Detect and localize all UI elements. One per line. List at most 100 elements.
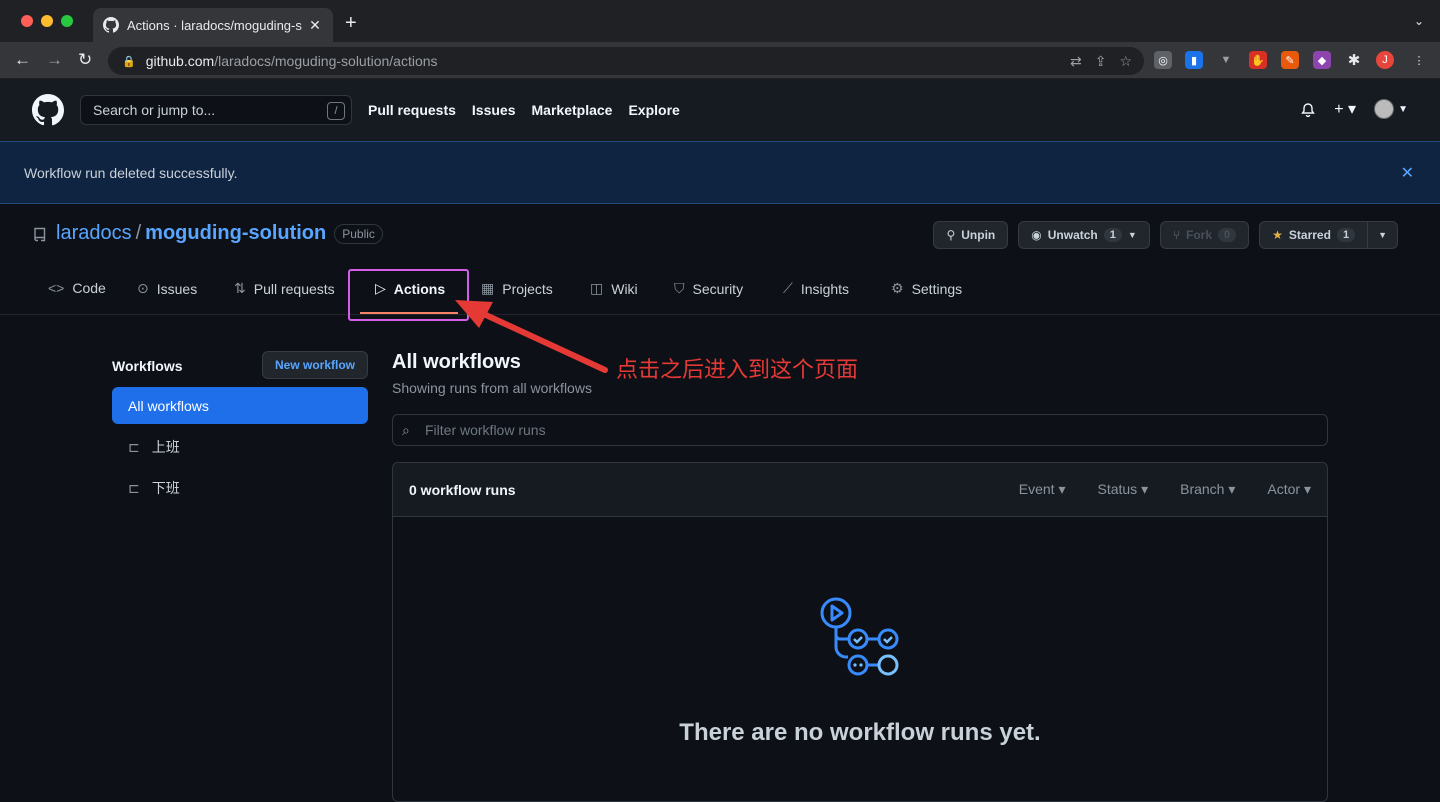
share-icon[interactable]: ⇪ — [1095, 53, 1107, 70]
caret-down-icon: ▼ — [1127, 230, 1137, 240]
star-filled-icon: ★ — [1272, 228, 1283, 242]
eye-icon: ◉ — [1031, 228, 1042, 242]
filter-label: Event — [1018, 481, 1055, 497]
sidebar-item-workflow[interactable]: ⊏ 下班 — [128, 478, 180, 498]
create-new-icon[interactable]: + ▾ — [1334, 99, 1356, 119]
tab-insights[interactable]: ⟋ Insights — [783, 280, 849, 297]
workflow-icon: ⊏ — [128, 479, 140, 496]
issue-icon: ⊙ — [137, 280, 149, 296]
new-workflow-button[interactable]: New workflow — [261, 351, 368, 379]
branch-filter-dropdown[interactable]: Branch ▾ — [1180, 481, 1235, 498]
puzzle-icon[interactable]: ✱ — [1345, 51, 1363, 69]
search-input[interactable]: Search or jump to... / — [80, 95, 352, 125]
search-shortcut-badge: / — [327, 102, 345, 120]
feather-extension-icon[interactable]: ◆ — [1313, 51, 1331, 69]
nav-pull-requests[interactable]: Pull requests — [368, 102, 456, 118]
close-tab-icon[interactable]: ✕ — [307, 17, 323, 34]
unwatch-button[interactable]: ◉ Unwatch 1 ▼ — [1018, 221, 1150, 249]
tab-title: Actions · laradocs/moguding-s — [127, 17, 302, 33]
close-window-button[interactable] — [21, 15, 33, 27]
profile-avatar[interactable]: J — [1376, 51, 1394, 69]
workflow-illustration-icon — [820, 597, 899, 676]
tab-label: Settings — [911, 280, 963, 297]
repo-icon — [34, 227, 46, 241]
chart-extension-icon[interactable]: ▮ — [1185, 51, 1203, 69]
nav-explore[interactable]: Explore — [628, 102, 679, 118]
graph-icon: ⟋ — [783, 280, 793, 296]
forward-icon[interactable]: → — [46, 50, 63, 70]
url-path: /laradocs/moguding-solution/actions — [214, 53, 438, 69]
github-logo-icon[interactable] — [32, 94, 64, 126]
tab-label: Code — [72, 280, 106, 296]
gear-icon: ⚙ — [891, 280, 904, 296]
workflow-runs-box: 0 workflow runs Event ▾ Status ▾ Branch … — [392, 462, 1328, 802]
back-icon[interactable]: ← — [14, 50, 31, 70]
new-tab-button[interactable]: + — [345, 12, 357, 35]
user-menu[interactable]: ▼ — [1374, 99, 1408, 119]
pin-icon: ⚲ — [946, 228, 956, 242]
tab-code[interactable]: <> Code — [48, 280, 106, 296]
browser-tab[interactable]: Actions · laradocs/moguding-s ✕ — [93, 8, 333, 42]
sidebar-item-all-workflows[interactable]: All workflows — [112, 387, 368, 424]
tab-pull-requests[interactable]: ⇅ Pull requests — [234, 280, 335, 297]
sidebar-item-workflow[interactable]: ⊏ 上班 — [128, 437, 180, 457]
fork-button[interactable]: ⑂ Fork 0 — [1159, 221, 1250, 249]
runs-header: 0 workflow runs Event ▾ Status ▾ Branch … — [393, 463, 1327, 517]
tab-issues[interactable]: ⊙ Issues — [137, 280, 197, 297]
empty-state-message: There are no workflow runs yet. — [679, 719, 1041, 746]
workflow-label: 上班 — [151, 439, 180, 455]
starred-label: Starred — [1288, 228, 1331, 242]
unpin-label: Unpin — [961, 228, 996, 242]
starred-count: 1 — [1336, 228, 1356, 242]
starred-button[interactable]: ★ Starred 1 — [1259, 221, 1369, 249]
browser-toolbar: ← → ↻ 🔒 github.com/laradocs/moguding-sol… — [0, 42, 1440, 79]
tab-label: Pull requests — [253, 280, 335, 297]
adblock-extension-icon[interactable]: ✋ — [1249, 51, 1267, 69]
browser-menu-icon[interactable]: ⋮ — [1410, 51, 1428, 69]
repo-owner-link[interactable]: laradocs — [56, 222, 132, 245]
filter-workflow-runs-input[interactable]: ⌕ Filter workflow runs — [392, 414, 1328, 446]
chevron-down-icon[interactable]: ⌄ — [1414, 14, 1424, 28]
url-host: github.com — [145, 53, 215, 69]
extension-icon[interactable]: ◎ — [1154, 51, 1172, 69]
repo-actions: ⚲ Unpin ◉ Unwatch 1 ▼ ⑂ Fork 0 ★ Starred 1 ▼ — [933, 221, 1398, 249]
unpin-button[interactable]: ⚲ Unpin — [933, 221, 1009, 249]
page-subtitle: Showing runs from all workflows — [392, 380, 592, 396]
filter-placeholder: Filter workflow runs — [425, 422, 546, 438]
tab-security[interactable]: ⛉ Security — [674, 280, 743, 297]
fork-label: Fork — [1186, 228, 1213, 242]
lock-icon: 🔒 — [122, 55, 136, 68]
nav-issues[interactable]: Issues — [472, 102, 516, 118]
tab-label: Security — [692, 280, 744, 297]
repo-separator: / — [135, 222, 142, 244]
translate-icon[interactable]: ⇄ — [1070, 53, 1082, 70]
star-icon[interactable]: ☆ — [1119, 53, 1132, 70]
fork-icon: ⑂ — [1172, 228, 1181, 242]
nav-marketplace[interactable]: Marketplace — [532, 102, 613, 118]
maximize-window-button[interactable] — [61, 15, 73, 27]
annotation-arrow-icon — [455, 300, 608, 373]
fork-count: 0 — [1218, 228, 1237, 242]
event-filter-dropdown[interactable]: Event ▾ — [1019, 481, 1066, 498]
filter-label: Branch — [1180, 481, 1225, 497]
repo-name-link[interactable]: moguding-solution — [145, 222, 326, 245]
actor-filter-dropdown[interactable]: Actor ▾ — [1267, 481, 1311, 498]
code-icon: <> — [48, 280, 65, 296]
reload-icon[interactable]: ↻ — [78, 50, 92, 70]
repo-title: laradocs / moguding-solution Public — [32, 222, 383, 245]
tab-settings[interactable]: ⚙ Settings — [891, 280, 962, 297]
close-icon[interactable]: ✕ — [1401, 163, 1414, 183]
minimize-window-button[interactable] — [41, 15, 53, 27]
avatar — [1374, 99, 1395, 119]
starred-button-group: ★ Starred 1 ▼ — [1259, 221, 1398, 249]
run-count: 0 workflow runs — [409, 481, 516, 498]
star-list-dropdown[interactable]: ▼ — [1368, 221, 1398, 249]
tag-extension-icon[interactable]: ✎ — [1281, 51, 1299, 69]
repo-nav: <> Code ⊙ Issues ⇅ Pull requests ▷ Actions ▦… — [0, 268, 1440, 315]
status-filter-dropdown[interactable]: Status ▾ — [1097, 481, 1148, 498]
vue-extension-icon[interactable]: ▼ — [1217, 51, 1235, 69]
bell-icon[interactable] — [1300, 101, 1316, 117]
flash-banner: Workflow run deleted successfully. ✕ — [0, 141, 1440, 204]
address-bar[interactable]: 🔒 github.com/laradocs/moguding-solution/… — [108, 47, 1144, 75]
caret-down-icon: ▼ — [1378, 230, 1387, 240]
